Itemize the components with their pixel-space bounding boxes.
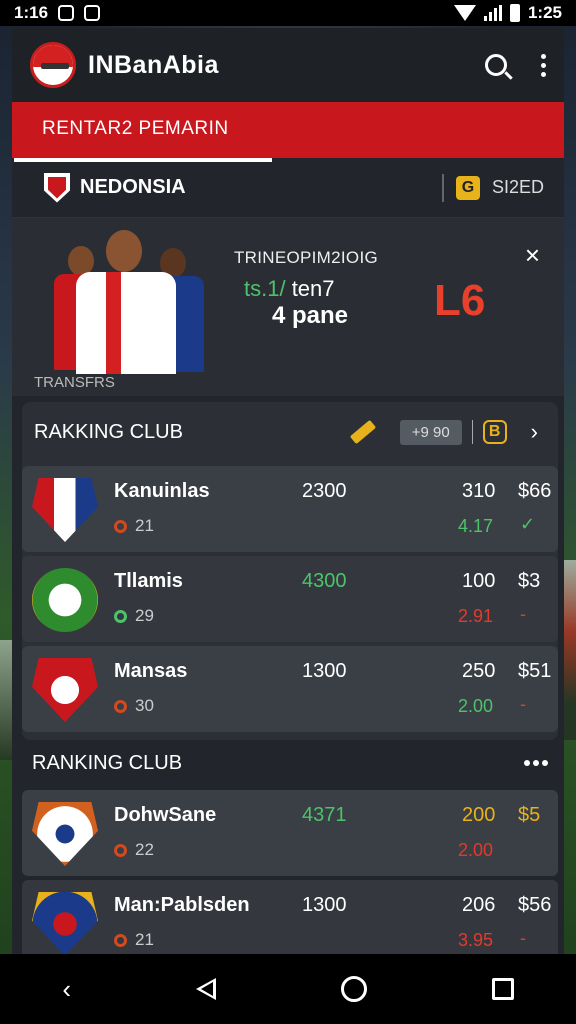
b-badge-icon[interactable]: B bbox=[482, 420, 507, 444]
club-row[interactable]: Mansas 30 1300 250 $51 2.00 - bbox=[22, 646, 558, 732]
club-points: 206 bbox=[462, 894, 496, 916]
background-player bbox=[562, 560, 576, 740]
feature-line-1: ts.1/ ten7 bbox=[244, 276, 335, 301]
club-name: Kanuinlas bbox=[114, 480, 210, 502]
club-trend: - bbox=[520, 694, 526, 714]
recent-apps-icon[interactable] bbox=[491, 978, 514, 1000]
club-price: $66 bbox=[518, 480, 552, 502]
wifi-icon bbox=[453, 5, 476, 21]
club-row[interactable]: Kanuinlas 21 2300 310 $66 4.17 ✓ bbox=[22, 466, 558, 552]
clock: 1:16 bbox=[14, 3, 49, 22]
club-change: 2.00 bbox=[458, 696, 494, 716]
more-options-icon[interactable] bbox=[541, 53, 546, 77]
ranking-title: RAKKING CLUB bbox=[34, 420, 183, 443]
chevron-right-icon[interactable]: › bbox=[531, 419, 538, 445]
players-image bbox=[40, 224, 220, 374]
club-trend: - bbox=[520, 604, 526, 624]
badge-icon[interactable]: G bbox=[455, 175, 480, 200]
club-name: Mansas bbox=[114, 660, 188, 682]
status-dot-icon bbox=[114, 699, 127, 713]
divider bbox=[471, 420, 473, 444]
section-filter-label[interactable]: SI2ED bbox=[492, 177, 544, 198]
club-crest bbox=[32, 892, 98, 954]
club-value: 4300 bbox=[302, 570, 347, 592]
club-rank: 30 bbox=[114, 696, 154, 716]
status-dot-icon bbox=[114, 609, 127, 623]
back-chevron-icon[interactable]: ‹ bbox=[62, 974, 71, 1005]
club-change: 4.17 bbox=[458, 516, 494, 536]
notification-icon bbox=[58, 5, 75, 21]
club-row[interactable]: Man:Pablsden 21 1300 206 $56 3.95 - bbox=[22, 880, 558, 954]
group-icon[interactable] bbox=[524, 760, 548, 766]
feature-heading: TRINEOPIM2IOIG bbox=[234, 248, 378, 267]
status-dot-icon bbox=[114, 519, 127, 533]
club-name: Tllamis bbox=[114, 570, 183, 592]
club-price: $5 bbox=[518, 804, 541, 826]
signal-icon bbox=[483, 5, 502, 21]
app-title: INBanAbia bbox=[88, 50, 219, 79]
club-price: $3 bbox=[518, 570, 541, 592]
club-points: 250 bbox=[462, 660, 496, 682]
club-value: 4371 bbox=[302, 804, 347, 826]
back-icon[interactable] bbox=[195, 978, 216, 1000]
club-crest bbox=[32, 478, 98, 542]
app-notification-icon bbox=[84, 5, 101, 21]
status-dot-icon bbox=[114, 933, 127, 947]
feature-caption: TRANSFRS bbox=[34, 374, 115, 391]
club-rank: 21 bbox=[114, 516, 154, 536]
club-value: 2300 bbox=[302, 480, 347, 502]
app-logo bbox=[30, 42, 76, 88]
section-header: NEDONSIA G SI2ED bbox=[12, 158, 564, 218]
feature-line-2: 4 pane bbox=[272, 302, 349, 329]
club-rank: 29 bbox=[114, 606, 154, 626]
section-title: NEDONSIA bbox=[80, 176, 186, 198]
ranking-chip[interactable]: +9 90 bbox=[399, 419, 462, 445]
club-crest bbox=[32, 658, 98, 722]
home-icon[interactable] bbox=[340, 976, 367, 1002]
club-price: $51 bbox=[518, 660, 552, 682]
battery-icon bbox=[509, 4, 520, 22]
ranking-panel: RAKKING CLUB +9 90 B › Kanuinlas 21 2300 31… bbox=[22, 402, 558, 740]
club-crest bbox=[32, 802, 98, 866]
club-row[interactable]: DohwSane 22 4371 200 $5 2.00 bbox=[22, 790, 558, 876]
clock-right: 1:25 bbox=[527, 3, 562, 22]
navigation-bar: ‹ bbox=[0, 954, 576, 1024]
app-bar: INBanAbia bbox=[12, 28, 564, 102]
club-change: 3.95 bbox=[458, 930, 494, 950]
club-rank: 22 bbox=[114, 840, 154, 860]
ranking-header: RANKING CLUB bbox=[12, 740, 564, 786]
ranking-header: RAKKING CLUB +9 90 B › bbox=[22, 402, 558, 462]
feature-card[interactable]: TRINEOPIM2IOIG ts.1/ ten7 4 pane L6 × TR… bbox=[12, 218, 564, 396]
ranking-title: RANKING CLUB bbox=[32, 751, 183, 774]
close-icon[interactable]: × bbox=[525, 240, 540, 271]
club-trend: ✓ bbox=[520, 514, 536, 534]
background-player bbox=[0, 640, 12, 760]
club-rank: 21 bbox=[114, 930, 154, 950]
club-price: $56 bbox=[518, 894, 552, 916]
app-window: INBanAbia RENTAR2 PEMARIN NEDONSIA G SI2… bbox=[12, 28, 564, 954]
edit-icon[interactable] bbox=[349, 419, 376, 445]
club-row[interactable]: Tllamis 29 4300 100 $3 2.91 - bbox=[22, 556, 558, 642]
search-icon[interactable] bbox=[485, 54, 507, 76]
club-change: 2.00 bbox=[458, 840, 494, 860]
status-dot-icon bbox=[114, 843, 127, 857]
status-bar: 1:16 1:25 bbox=[0, 0, 576, 26]
tab-active[interactable]: RENTAR2 PEMARIN bbox=[42, 118, 229, 140]
club-points: 100 bbox=[462, 570, 496, 592]
feature-score: L6 bbox=[434, 276, 486, 325]
tab-indicator bbox=[14, 158, 272, 162]
tab-bar: RENTAR2 PEMARIN bbox=[12, 102, 564, 162]
club-trend: - bbox=[520, 928, 526, 948]
shield-icon bbox=[44, 172, 70, 203]
club-points: 310 bbox=[462, 480, 496, 502]
club-name: DohwSane bbox=[114, 804, 217, 826]
club-crest bbox=[32, 568, 98, 632]
club-change: 2.91 bbox=[458, 606, 494, 626]
club-value: 1300 bbox=[302, 660, 347, 682]
club-name: Man:Pablsden bbox=[114, 894, 250, 916]
divider bbox=[441, 173, 444, 202]
club-points: 200 bbox=[462, 804, 496, 826]
club-value: 1300 bbox=[302, 894, 347, 916]
